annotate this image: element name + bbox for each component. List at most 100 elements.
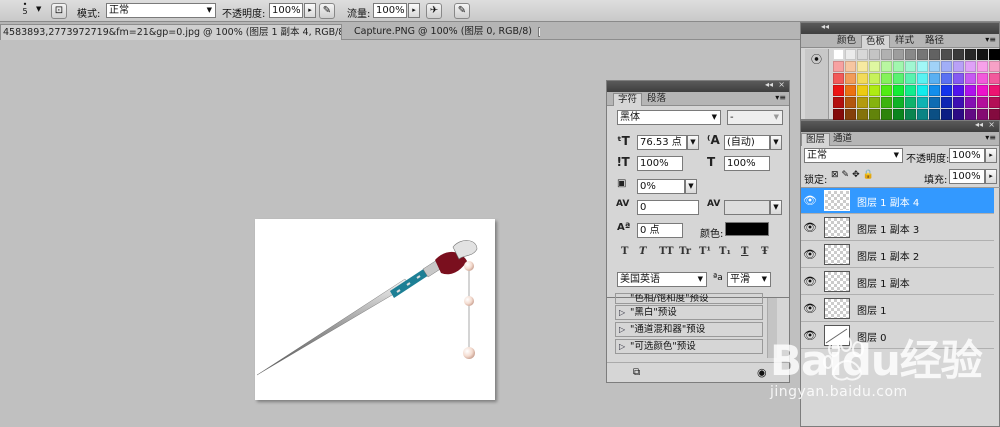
lock-move-icon[interactable]: ✥ <box>852 170 863 180</box>
swatch-cell[interactable] <box>917 49 928 60</box>
baseline-shift-input[interactable]: 0 点 <box>637 223 683 238</box>
pressure-size-icon[interactable]: ✎ <box>454 3 470 19</box>
clip-layer-icon[interactable]: ⧉ <box>633 367 640 378</box>
flow-input[interactable]: 100% <box>373 3 407 18</box>
swatch-cell[interactable] <box>833 73 844 84</box>
swatch-cell[interactable] <box>893 61 904 72</box>
faux-italic-button[interactable]: T <box>639 246 646 257</box>
swatch-cell[interactable] <box>953 49 964 60</box>
eye-icon[interactable]: 👁 <box>803 302 817 316</box>
swatch-cell[interactable] <box>905 109 916 120</box>
doc-tab-2[interactable]: Capture.PNG @ 100% (图层 0, RGB/8) × <box>352 24 540 40</box>
swatch-cell[interactable] <box>905 73 916 84</box>
swatch-cell[interactable] <box>869 73 880 84</box>
close-icon[interactable]: × <box>988 120 995 129</box>
eye-icon[interactable]: 👁 <box>803 275 817 289</box>
language-select[interactable]: 美国英语 ▼ <box>617 272 707 287</box>
tab-paths[interactable]: 路径 <box>921 35 948 48</box>
tab-channels[interactable]: 通道 <box>829 133 856 146</box>
swatch-cell[interactable] <box>833 85 844 96</box>
swatch-cell[interactable] <box>989 85 1000 96</box>
adjust-preset-item[interactable]: ▷ "通道混和器"预设 <box>615 322 763 337</box>
swatch-cell[interactable] <box>917 97 928 108</box>
panel-menu-icon[interactable]: ▾≡ <box>985 35 996 44</box>
swatch-cell[interactable] <box>869 49 880 60</box>
panel-menu-icon[interactable]: ▾≡ <box>985 133 996 142</box>
swatch-cell[interactable] <box>869 109 880 120</box>
swatch-cell[interactable] <box>905 97 916 108</box>
swatch-cell[interactable] <box>977 73 988 84</box>
pressure-opacity-icon[interactable]: ✎ <box>319 3 335 19</box>
swatch-cell[interactable] <box>989 97 1000 108</box>
swatch-cell[interactable] <box>965 97 976 108</box>
subscript-button[interactable]: T₁ <box>719 246 731 257</box>
swatch-cell[interactable] <box>857 73 868 84</box>
swatch-cell[interactable] <box>989 109 1000 120</box>
collapse-icon[interactable]: ◂◂ <box>821 22 829 31</box>
swatch-cell[interactable] <box>905 49 916 60</box>
eye-icon[interactable]: 👁 <box>803 221 817 235</box>
swatch-cell[interactable] <box>857 97 868 108</box>
text-color-swatch[interactable] <box>725 222 769 236</box>
swatch-cell[interactable] <box>989 61 1000 72</box>
swatch-cell[interactable] <box>965 61 976 72</box>
lock-transparent-icon[interactable]: ⊠ <box>831 170 842 180</box>
swatch-cell[interactable] <box>929 49 940 60</box>
swatch-cell[interactable] <box>845 85 856 96</box>
lock-paint-icon[interactable]: ✎ <box>842 170 853 180</box>
swatch-cell[interactable] <box>881 49 892 60</box>
tracking-input[interactable] <box>724 200 770 215</box>
swatch-cell[interactable] <box>893 85 904 96</box>
swatch-cell[interactable] <box>953 97 964 108</box>
fill-input[interactable]: 100% <box>949 169 985 184</box>
tab-styles[interactable]: 样式 <box>891 35 918 48</box>
visibility-icon[interactable]: ◉ <box>757 366 767 379</box>
swatch-cell[interactable] <box>917 109 928 120</box>
swatch-cell[interactable] <box>917 73 928 84</box>
swatch-cell[interactable] <box>881 109 892 120</box>
swatch-cell[interactable] <box>881 61 892 72</box>
tab-character[interactable]: 字符 <box>613 93 643 106</box>
swatch-cell[interactable] <box>881 97 892 108</box>
swatch-grid[interactable] <box>833 49 1000 120</box>
layer-opacity-input[interactable]: 100% <box>949 148 985 163</box>
fill-slider-button[interactable]: ▸ <box>985 169 997 184</box>
tsume-input[interactable]: 0% <box>637 179 685 194</box>
horizontal-scale-input[interactable]: 100% <box>724 156 770 171</box>
superscript-button[interactable]: T¹ <box>699 246 711 257</box>
tab-color[interactable]: 颜色 <box>833 35 860 48</box>
kerning-input[interactable]: 0 <box>637 200 699 215</box>
swatch-cell[interactable] <box>965 85 976 96</box>
brush-panel-toggle-icon[interactable]: ⊡ <box>51 3 67 19</box>
airbrush-icon[interactable]: ✈ <box>426 3 442 19</box>
swatch-cell[interactable] <box>845 73 856 84</box>
flow-slider-button[interactable]: ▸ <box>408 3 420 18</box>
swatch-cell[interactable] <box>845 109 856 120</box>
tab-paragraph[interactable]: 段落 <box>643 93 670 106</box>
collapse-icon[interactable]: ◂◂ <box>765 80 773 89</box>
document-canvas[interactable] <box>255 219 495 400</box>
font-size-input[interactable]: 76.53 点 <box>637 135 687 150</box>
swatch-cell[interactable] <box>881 73 892 84</box>
swatch-cell[interactable] <box>869 61 880 72</box>
tab-layers[interactable]: 图层 <box>801 133 831 146</box>
close-icon[interactable]: × <box>537 26 540 37</box>
swatch-cell[interactable] <box>941 85 952 96</box>
layer-row[interactable]: 👁 图层 1 副本 <box>801 269 994 295</box>
swatch-cell[interactable] <box>905 85 916 96</box>
opacity-slider-button[interactable]: ▸ <box>304 3 316 18</box>
swatch-cell[interactable] <box>917 61 928 72</box>
swatch-cell[interactable] <box>941 97 952 108</box>
adjust-preset-item[interactable]: "色相/饱和度"预设 <box>615 293 763 304</box>
swatch-cell[interactable] <box>845 49 856 60</box>
swatch-cell[interactable] <box>941 49 952 60</box>
tab-swatches[interactable]: 色板 <box>861 35 891 48</box>
leading-input[interactable]: (自动) <box>724 135 770 150</box>
panel-menu-icon[interactable]: ▾≡ <box>775 93 786 102</box>
mode-select[interactable]: 正常 ▼ <box>106 3 216 18</box>
small-caps-button[interactable]: Tr <box>679 246 691 257</box>
swatch-cell[interactable] <box>941 61 952 72</box>
swatch-cell[interactable] <box>977 97 988 108</box>
swatch-cell[interactable] <box>905 61 916 72</box>
swatch-cell[interactable] <box>989 73 1000 84</box>
